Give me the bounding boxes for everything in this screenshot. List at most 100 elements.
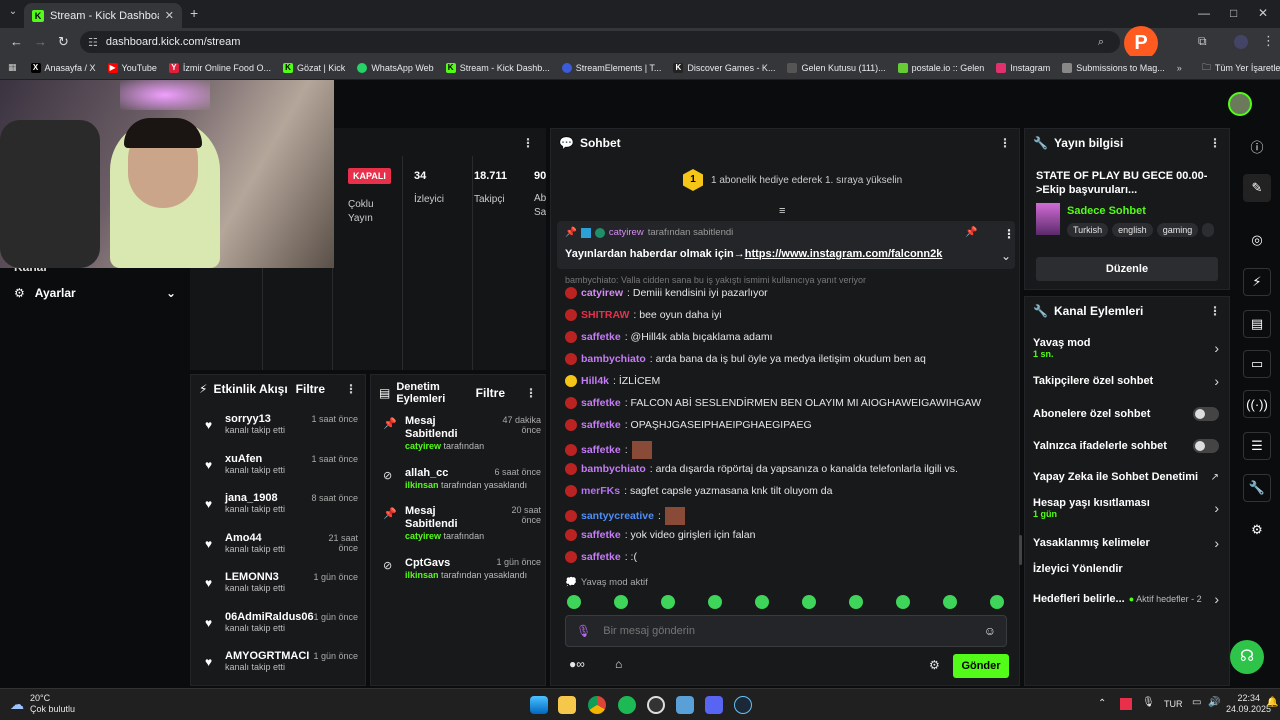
bookmark-streamelements[interactable]: StreamElements | T... <box>561 62 661 73</box>
pinned-message[interactable]: 📌 catyirew tarafından sabitlendi Yayınla… <box>557 221 1015 269</box>
unpin-icon[interactable]: 📌 <box>965 227 977 238</box>
emote-button[interactable] <box>708 595 722 609</box>
profile-icon[interactable] <box>1234 35 1248 49</box>
all-bookmarks[interactable]: 🗀 Tüm Yer İşaretleri <box>1202 60 1280 76</box>
url-field[interactable]: ☷ dashboard.kick.com/stream ⌕ <box>80 31 1120 53</box>
send-button[interactable]: Gönder <box>953 654 1009 678</box>
chat-message[interactable]: bambychiato: arda dışarda röpörtaj da ya… <box>565 463 958 475</box>
chat-username[interactable]: saffetke <box>581 444 621 456</box>
activity-item[interactable]: ♥ AMYOGRTMACI kanalı takip etti 1 gün önce <box>203 650 358 672</box>
bookmark-stream[interactable]: K Stream - Kick Dashb... <box>445 62 550 73</box>
layout-icon[interactable]: ⚙ <box>1243 516 1271 544</box>
moderation-item[interactable]: 📌 Mesaj Sabitlendi catyirew tarafından 20 s… <box>379 505 541 541</box>
bookmark-x[interactable]: X Anasayfa / X <box>30 62 96 73</box>
panel-menu-icon[interactable]: ⋮ <box>522 136 534 150</box>
forward-icon[interactable]: → <box>34 34 47 49</box>
collapse-pinned-icon[interactable]: ≡ <box>779 205 785 217</box>
edit-button[interactable]: Düzenle <box>1036 257 1218 281</box>
chat-username[interactable]: santyycreative <box>581 510 654 522</box>
chat-username[interactable]: saffetke <box>581 331 621 343</box>
activity-item[interactable]: ♥ Amo44 kanalı takip etti 21 saat önce <box>203 532 358 554</box>
chat-message[interactable]: catyirew: Demiii kendisini iyi pazarlıyo… <box>565 287 768 299</box>
zoom-icon[interactable]: ⌕ <box>1098 36 1104 49</box>
age-restriction-row[interactable]: Hesap yaşı kısıtlaması 1 gün › <box>1033 497 1219 519</box>
panel-menu-icon[interactable]: ⋮ <box>999 136 1011 150</box>
viewer-redirect-row[interactable]: İzleyici Yönlendir <box>1033 563 1219 575</box>
emote-button[interactable] <box>567 595 581 609</box>
chrome-icon[interactable] <box>588 696 606 714</box>
chat-message[interactable]: SHITRAW: bee oyun daha iyi <box>565 309 722 321</box>
avatar[interactable] <box>1228 92 1252 116</box>
ai-moderation-row[interactable]: Yapay Zeka ile Sohbet Denetimi ↗ <box>1033 471 1219 483</box>
moderation-item[interactable]: 📌 Mesaj Sabitlendi catyirew tarafından 47 d… <box>379 415 541 451</box>
chat-message[interactable]: saffetke: yok video girişleri için falan <box>565 529 755 541</box>
bookmark-whatsapp[interactable]: WhatsApp Web <box>357 62 434 73</box>
close-icon[interactable]: ✕ <box>165 9 174 22</box>
chat-input[interactable] <box>603 625 972 637</box>
emote-button[interactable] <box>849 595 863 609</box>
chat-message[interactable]: Hill4k: İZLİCEM <box>565 375 660 387</box>
reload-icon[interactable]: ↻ <box>58 34 69 50</box>
chat-bubble-icon[interactable]: ▭ <box>1243 350 1271 378</box>
points-icon[interactable]: ●∞ <box>569 657 585 671</box>
maximize-button[interactable]: □ <box>1230 6 1237 20</box>
chat-username[interactable]: bambychiato <box>581 353 646 365</box>
wrench-icon[interactable]: 🔧 <box>1243 474 1271 502</box>
chat-message[interactable]: saffetke: :( <box>565 551 637 563</box>
bookmark-youtube[interactable]: ▶ YouTube <box>107 62 157 73</box>
volume-icon[interactable]: 🔊 <box>1208 697 1220 708</box>
category-name[interactable]: Sadece Sohbet <box>1067 205 1146 217</box>
panel-menu-icon[interactable]: ⋮ <box>1209 304 1221 318</box>
menu-icon[interactable]: ⋮ <box>1262 33 1275 49</box>
tab-search-button[interactable]: ⌄ <box>6 6 20 20</box>
goals-row[interactable]: Hedefleri belirle... ● Aktif hedefler - … <box>1033 591 1219 607</box>
activity-item[interactable]: ♥ jana_1908 kanalı takip etti 8 saat önce <box>203 492 358 514</box>
bookmark-games[interactable]: K Discover Games - K... <box>673 62 775 73</box>
panel-menu-icon[interactable]: ⋮ <box>1209 136 1221 150</box>
bookmark-food[interactable]: Y İzmir Online Food O... <box>168 62 271 73</box>
bookmark-instagram[interactable]: Instagram <box>996 62 1050 73</box>
edit-icon[interactable]: ✎ <box>1243 174 1271 202</box>
activity-item[interactable]: ♥ LEMONN3 kanalı takip etti 1 gün önce <box>203 571 358 593</box>
info-icon[interactable]: ⓘ <box>1243 132 1271 160</box>
chat-message[interactable]: saffetke: @Hill4k abla bıçaklama adamı <box>565 331 773 343</box>
steam-icon[interactable] <box>734 696 752 714</box>
chat-username[interactable]: saffetke <box>581 397 621 409</box>
emote-button[interactable] <box>990 595 1004 609</box>
profile-p-avatar[interactable]: P <box>1124 26 1158 60</box>
chat-username[interactable]: Hill4k <box>581 375 609 387</box>
panel-menu-icon[interactable]: ⋮ <box>345 382 357 396</box>
chat-message[interactable]: saffetke: FALCON ABİ SESLENDİRMEN BEN OL… <box>565 397 981 409</box>
followers-only-row[interactable]: Takipçilere özel sohbet › <box>1033 373 1219 389</box>
activity-item[interactable]: ♥ sorryy13 kanalı takip etti 1 saat önce <box>203 413 358 435</box>
microphone-icon[interactable]: 🎙 <box>1142 697 1155 708</box>
chat-username[interactable]: catyirew <box>581 287 623 299</box>
weather-widget[interactable]: ☁ 20°C Çok bulutlu <box>10 693 75 715</box>
tray-app-icon[interactable] <box>1120 698 1132 710</box>
bookmark-postale[interactable]: postale.io :: Gelen <box>897 62 984 73</box>
minimize-button[interactable]: — <box>1198 6 1210 20</box>
obs-icon[interactable] <box>647 696 665 714</box>
chat-settings-icon[interactable]: ⚙ <box>929 658 940 672</box>
apps-icon[interactable]: ▦ <box>8 62 17 73</box>
chat-message[interactable]: santyycreative: <box>565 507 685 525</box>
multistream-label[interactable]: Çoklu Yayın <box>348 198 398 226</box>
store-icon[interactable]: ⌂ <box>615 657 622 671</box>
stream-manager-icon[interactable]: ☰ <box>1243 432 1271 460</box>
network-icon[interactable]: ▭ <box>1192 697 1201 708</box>
moderation-filter-button[interactable]: Filtre <box>476 386 505 400</box>
window-close-button[interactable]: ✕ <box>1258 6 1268 20</box>
emoji-icon[interactable]: ☺ <box>984 624 996 638</box>
camera-icon[interactable]: ◎ <box>1243 226 1271 254</box>
emote-button[interactable] <box>943 595 957 609</box>
bookmark-kick[interactable]: K Gözat | Kick <box>282 62 345 73</box>
emote-button[interactable] <box>755 595 769 609</box>
chat-username[interactable]: saffetke <box>581 419 621 431</box>
chat-username[interactable]: saffetke <box>581 551 621 563</box>
nav-item-settings[interactable]: ⚙ Ayarlar ⌄ <box>14 286 176 300</box>
tag-chip[interactable]: english <box>1112 223 1153 237</box>
spotify-icon[interactable] <box>618 696 636 714</box>
site-info-icon[interactable]: ☷ <box>88 36 98 49</box>
chat-scrollbar[interactable] <box>1019 535 1022 565</box>
moderation-item[interactable]: ⊘ allah_cc ilkinsan tarafından yasaklandı 6… <box>379 467 541 490</box>
